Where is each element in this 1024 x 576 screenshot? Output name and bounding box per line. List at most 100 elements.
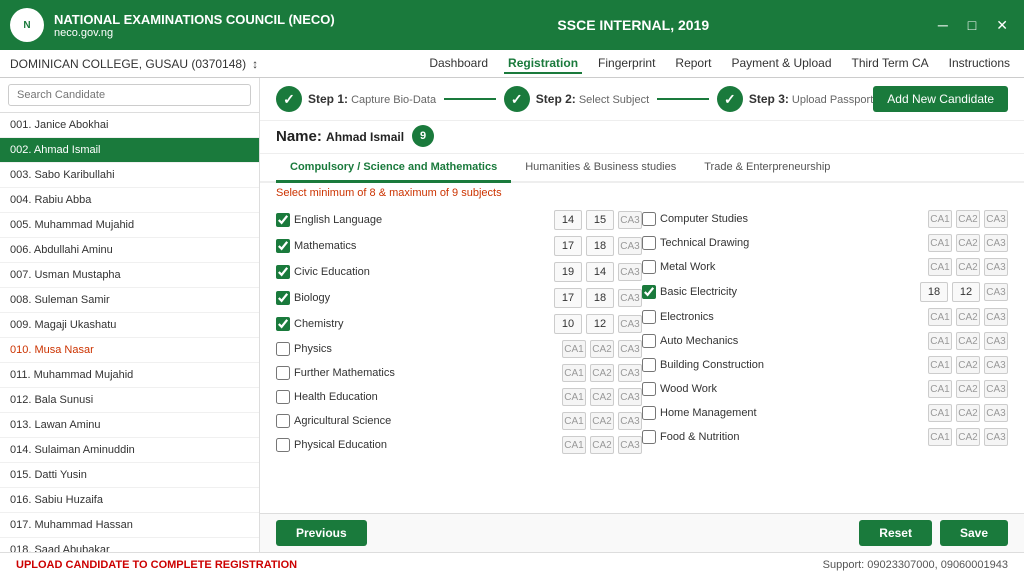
ca-box[interactable]: CA3 — [984, 283, 1008, 301]
ca-box[interactable]: CA1 — [928, 234, 952, 252]
ca-box[interactable]: CA3 — [618, 211, 642, 229]
nav-payment[interactable]: Payment & Upload — [727, 54, 835, 74]
ca-box[interactable]: CA3 — [984, 380, 1008, 398]
nav-fingerprint[interactable]: Fingerprint — [594, 54, 659, 74]
tab-compulsory[interactable]: Compulsory / Science and Mathematics — [276, 154, 511, 183]
ca-box[interactable]: CA1 — [928, 308, 952, 326]
ca-box[interactable]: CA2 — [590, 436, 614, 454]
ca-box[interactable]: CA3 — [984, 234, 1008, 252]
score-s1[interactable]: 17 — [554, 236, 582, 256]
ca-box[interactable]: CA3 — [618, 436, 642, 454]
candidate-item[interactable]: 001. Janice Abokhai — [0, 113, 259, 138]
subject-checkbox-further-math[interactable] — [276, 366, 290, 380]
tab-humanities[interactable]: Humanities & Business studies — [511, 154, 690, 183]
ca-box[interactable]: CA2 — [956, 428, 980, 446]
ca-box[interactable]: CA1 — [562, 340, 586, 358]
ca-box[interactable]: CA3 — [984, 308, 1008, 326]
subject-checkbox-english[interactable] — [276, 213, 290, 227]
ca-box[interactable]: CA2 — [590, 388, 614, 406]
subject-checkbox-auto[interactable] — [642, 334, 656, 348]
subject-checkbox-computer[interactable] — [642, 212, 656, 226]
candidate-item[interactable]: 010. Musa Nasar — [0, 338, 259, 363]
ca-box[interactable]: CA3 — [618, 340, 642, 358]
ca-box[interactable]: CA1 — [928, 210, 952, 228]
candidate-item[interactable]: 015. Datti Yusin — [0, 463, 259, 488]
candidate-item[interactable]: 003. Sabo Karibullahi — [0, 163, 259, 188]
subject-checkbox-biology[interactable] — [276, 291, 290, 305]
ca-box[interactable]: CA1 — [928, 404, 952, 422]
ca-box[interactable]: CA3 — [618, 263, 642, 281]
score-s1[interactable]: 17 — [554, 288, 582, 308]
candidate-item[interactable]: 008. Suleman Samir — [0, 288, 259, 313]
ca-box[interactable]: CA3 — [984, 332, 1008, 350]
candidate-item[interactable]: 007. Usman Mustapha — [0, 263, 259, 288]
nav-registration[interactable]: Registration — [504, 54, 582, 74]
candidate-item[interactable]: 012. Bala Sunusi — [0, 388, 259, 413]
candidate-item[interactable]: 014. Sulaiman Aminuddin — [0, 438, 259, 463]
add-candidate-button[interactable]: Add New Candidate — [873, 86, 1008, 112]
candidate-item[interactable]: 005. Muhammad Mujahid — [0, 213, 259, 238]
search-input[interactable] — [8, 84, 251, 106]
ca-box[interactable]: CA2 — [590, 340, 614, 358]
subject-checkbox-metal[interactable] — [642, 260, 656, 274]
reset-button[interactable]: Reset — [859, 520, 932, 546]
subject-checkbox-tech-draw[interactable] — [642, 236, 656, 250]
score-s2[interactable]: 12 — [952, 282, 980, 302]
ca-box[interactable]: CA1 — [562, 412, 586, 430]
candidate-item[interactable]: 002. Ahmad Ismail — [0, 138, 259, 163]
subject-checkbox-wood[interactable] — [642, 382, 656, 396]
score-s2[interactable]: 15 — [586, 210, 614, 230]
ca-box[interactable]: CA2 — [956, 258, 980, 276]
candidate-item[interactable]: 006. Abdullahi Aminu — [0, 238, 259, 263]
score-s1[interactable]: 18 — [920, 282, 948, 302]
minimize-button[interactable]: ─ — [932, 15, 954, 36]
subject-checkbox-civic[interactable] — [276, 265, 290, 279]
ca-box[interactable]: CA3 — [984, 210, 1008, 228]
ca-box[interactable]: CA1 — [562, 364, 586, 382]
subject-checkbox-health[interactable] — [276, 390, 290, 404]
ca-box[interactable]: CA1 — [928, 332, 952, 350]
ca-box[interactable]: CA1 — [928, 380, 952, 398]
score-s1[interactable]: 10 — [554, 314, 582, 334]
candidate-item[interactable]: 011. Muhammad Mujahid — [0, 363, 259, 388]
tab-trade[interactable]: Trade & Enterpreneurship — [690, 154, 844, 183]
ca-box[interactable]: CA2 — [956, 404, 980, 422]
ca-box[interactable]: CA2 — [956, 380, 980, 398]
ca-box[interactable]: CA2 — [956, 234, 980, 252]
ca-box[interactable]: CA1 — [562, 436, 586, 454]
close-button[interactable]: ✕ — [990, 15, 1014, 36]
subject-checkbox-electronics[interactable] — [642, 310, 656, 324]
candidate-item[interactable]: 016. Sabiu Huzaifa — [0, 488, 259, 513]
subject-checkbox-building[interactable] — [642, 358, 656, 372]
ca-box[interactable]: CA3 — [618, 388, 642, 406]
ca-box[interactable]: CA3 — [618, 412, 642, 430]
nav-dashboard[interactable]: Dashboard — [425, 54, 492, 74]
previous-button[interactable]: Previous — [276, 520, 367, 546]
subject-checkbox-agric[interactable] — [276, 414, 290, 428]
score-s2[interactable]: 12 — [586, 314, 614, 334]
nav-instructions[interactable]: Instructions — [945, 54, 1014, 74]
score-s2[interactable]: 14 — [586, 262, 614, 282]
candidate-item[interactable]: 018. Saad Abubakar — [0, 538, 259, 552]
candidate-item[interactable]: 009. Magaji Ukashatu — [0, 313, 259, 338]
score-s2[interactable]: 18 — [586, 236, 614, 256]
ca-box[interactable]: CA1 — [562, 388, 586, 406]
ca-box[interactable]: CA3 — [984, 428, 1008, 446]
ca-box[interactable]: CA3 — [618, 364, 642, 382]
ca-box[interactable]: CA2 — [956, 210, 980, 228]
save-button[interactable]: Save — [940, 520, 1008, 546]
ca-box[interactable]: CA1 — [928, 428, 952, 446]
ca-box[interactable]: CA2 — [956, 356, 980, 374]
ca-box[interactable]: CA2 — [956, 308, 980, 326]
ca-box[interactable]: CA2 — [590, 364, 614, 382]
ca-box[interactable]: CA2 — [590, 412, 614, 430]
maximize-button[interactable]: □ — [962, 15, 982, 36]
score-s1[interactable]: 14 — [554, 210, 582, 230]
score-s1[interactable]: 19 — [554, 262, 582, 282]
subject-checkbox-physical-edu[interactable] — [276, 438, 290, 452]
ca-box[interactable]: CA1 — [928, 356, 952, 374]
ca-box[interactable]: CA3 — [984, 404, 1008, 422]
subject-checkbox-electricity[interactable] — [642, 285, 656, 299]
nav-thirdterm[interactable]: Third Term CA — [848, 54, 933, 74]
ca-box[interactable]: CA1 — [928, 258, 952, 276]
